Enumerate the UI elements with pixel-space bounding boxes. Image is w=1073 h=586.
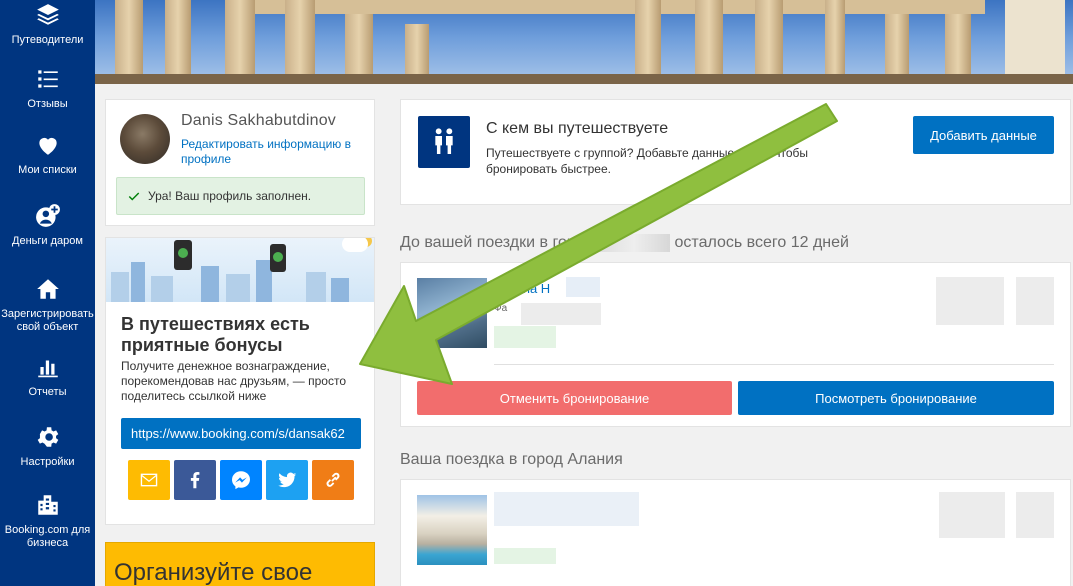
sidebar-item-label: Отзывы (27, 98, 68, 110)
hero-beam (225, 0, 985, 14)
upcoming-heading-prefix: До вашей поездки в город (400, 234, 594, 252)
user-plus-icon (35, 204, 60, 227)
sidebar-item-business[interactable]: Booking.com для бизнеса (0, 492, 95, 550)
travel-companions-subtitle: Путешествуете с группой? Добавьте данные… (486, 146, 809, 176)
sidebar-item-guides[interactable]: Путеводители (0, 2, 95, 47)
sidebar-item-lists[interactable]: Мои списки (0, 132, 95, 177)
organize-card[interactable]: Организуйте свое (105, 542, 375, 586)
sidebar: Путеводители Отзывы Мои списки Деньги да… (0, 0, 95, 586)
facebook-icon (190, 472, 200, 489)
view-booking-button[interactable]: Посмотреть бронирование (738, 381, 1054, 415)
sidebar-item-label: Зарегистрировать свой объект (1, 308, 94, 333)
hotel-meta: Фа (494, 303, 508, 314)
redacted-text (1016, 277, 1054, 325)
redacted-text (494, 548, 556, 564)
add-data-button[interactable]: Добавить данные (913, 116, 1054, 154)
referral-text: Получите денежное вознаграждение, пореко… (121, 359, 346, 403)
twitter-icon (278, 472, 297, 488)
profile-card: Danis Sakhabutdinov Редактировать информ… (105, 99, 375, 226)
past-trip-heading: Ваша поездка в город Алания (400, 451, 623, 468)
referral-link-field[interactable]: https://www.booking.com/s/dansak62 (121, 418, 361, 449)
redacted-text (494, 492, 639, 526)
cancel-booking-button[interactable]: Отменить бронирование (417, 381, 732, 415)
money-icon (273, 252, 283, 262)
buildings-icon (37, 495, 58, 515)
upcoming-booking-card[interactable]: Dienna H Фа Отменить бронирование Посмот… (400, 262, 1071, 427)
share-facebook-button[interactable] (174, 460, 216, 500)
profile-complete-text: Ура! Ваш профиль заполнен. (148, 189, 312, 203)
upcoming-trip-heading: До вашей поездки в город осталось всего … (400, 234, 849, 252)
sidebar-item-label: Отчеты (28, 386, 67, 398)
email-icon (140, 473, 158, 487)
referral-illustration (106, 238, 374, 302)
avatar[interactable] (120, 114, 170, 164)
sidebar-item-settings[interactable]: Настройки (0, 424, 95, 469)
sidebar-item-free-money[interactable]: Деньги даром (0, 203, 95, 248)
sidebar-item-reviews[interactable]: Отзывы (0, 66, 95, 111)
sun-cloud-icon (342, 238, 368, 252)
check-icon (128, 192, 140, 201)
redacted-text (939, 492, 1005, 538)
hotel-name-link[interactable]: Dienna H (496, 281, 550, 296)
heart-icon (38, 137, 57, 155)
group-icon (418, 116, 470, 168)
hero-banner (95, 0, 1073, 84)
layers-icon (36, 4, 59, 25)
organize-text: Организуйте свое (114, 559, 313, 586)
past-booking-card[interactable] (400, 479, 1071, 586)
sidebar-item-label: Путеводители (11, 34, 84, 46)
referral-title: В путешествиях есть приятные бонусы (121, 314, 310, 355)
list-icon (37, 70, 58, 88)
redacted-text (521, 303, 601, 325)
gear-icon (37, 427, 58, 447)
money-icon (178, 248, 188, 258)
hotel-photo[interactable] (417, 278, 487, 348)
profile-complete-alert: Ура! Ваш профиль заполнен. (116, 177, 365, 215)
share-email-button[interactable] (128, 460, 170, 500)
redacted-text (494, 326, 556, 348)
share-twitter-button[interactable] (266, 460, 308, 500)
redacted-city (598, 234, 671, 252)
profile-name: Danis Sakhabutdinov (181, 112, 337, 129)
redacted-text (1016, 492, 1054, 538)
share-messenger-button[interactable] (220, 460, 262, 500)
hotel-photo[interactable] (417, 495, 487, 565)
redacted-text (566, 277, 600, 297)
edit-profile-link[interactable]: Редактировать информацию в профиле (181, 137, 366, 167)
sidebar-item-register-property[interactable]: Зарегистрировать свой объект (0, 276, 95, 334)
travel-companions-title: С кем вы путешествуете (486, 120, 669, 137)
sidebar-item-label: Деньги даром (12, 235, 83, 247)
travel-companions-card: С кем вы путешествуете Путешествуете с г… (400, 99, 1071, 205)
redacted-text (936, 277, 1004, 325)
copy-link-button[interactable] (312, 460, 354, 500)
messenger-icon (232, 471, 250, 490)
referral-card: В путешествиях есть приятные бонусы Полу… (105, 237, 375, 525)
upcoming-heading-suffix: осталось всего 12 дней (674, 234, 849, 252)
sidebar-item-label: Booking.com для бизнеса (4, 524, 91, 549)
sidebar-item-reports[interactable]: Отчеты (0, 354, 95, 399)
bar-chart-icon (37, 360, 58, 378)
sidebar-item-label: Мои списки (18, 164, 77, 176)
home-icon (36, 279, 59, 299)
sidebar-item-label: Настройки (20, 456, 75, 468)
link-icon (326, 472, 340, 487)
